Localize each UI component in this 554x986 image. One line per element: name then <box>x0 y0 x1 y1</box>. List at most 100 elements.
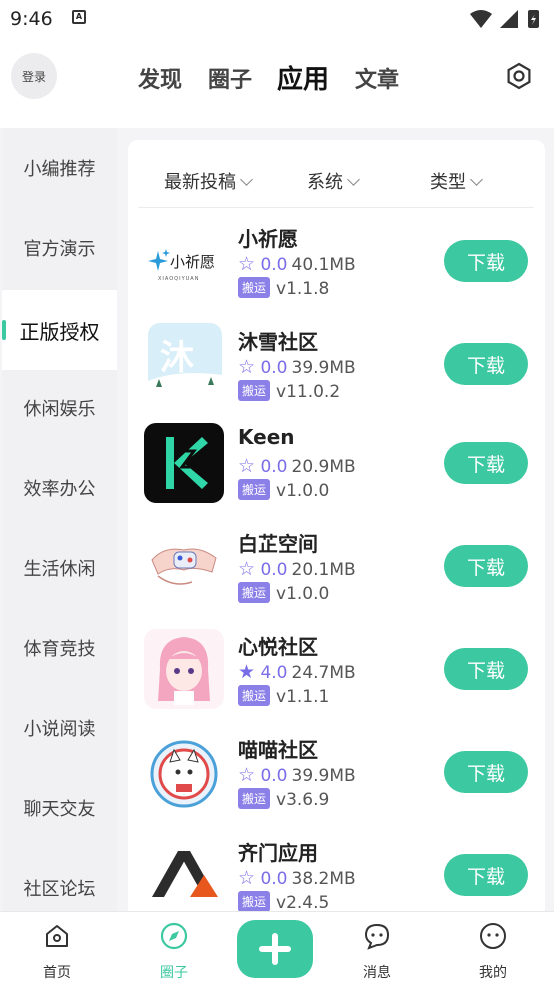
app-list-panel: 最新投稿 系统 类型 小祈愿 XIAOQIYUAN 小祈愿 ☆ 0.0 40.1M… <box>128 140 545 911</box>
app-size: 24.7MB <box>291 663 356 683</box>
list-item[interactable]: 沐 沐雪社区 ☆ 0.0 39.9MB 搬运 v11.0.2 下载 <box>128 316 545 419</box>
keen-logo-icon <box>166 437 208 489</box>
add-post-button[interactable] <box>237 920 313 978</box>
download-button[interactable]: 下载 <box>444 751 528 793</box>
app-size: 39.9MB <box>291 766 356 786</box>
settings-icon[interactable] <box>505 62 533 90</box>
sidebar-item-editor-picks[interactable]: 小编推荐 <box>2 128 117 208</box>
lucky-cat-icon <box>150 740 218 808</box>
app-tag: 搬运 <box>238 891 271 911</box>
tab-circle[interactable]: 圈子 <box>208 62 252 94</box>
download-button[interactable]: 下载 <box>444 648 528 690</box>
app-name: 齐门应用 <box>238 841 318 865</box>
app-version-line: 搬运 v1.1.1 <box>238 685 329 708</box>
app-meta: ☆ 0.0 39.9MB <box>238 764 356 786</box>
sidebar-item-reading[interactable]: 小说阅读 <box>2 688 117 768</box>
list-item[interactable]: 喵喵社区 ☆ 0.0 39.9MB 搬运 v3.6.9 下载 <box>128 724 545 827</box>
sidebar-item-forum[interactable]: 社区论坛 <box>2 848 117 911</box>
notification-icon: A <box>72 10 86 24</box>
status-icons <box>470 10 539 28</box>
sidebar-item-official-demo[interactable]: 官方演示 <box>2 208 117 288</box>
app-name: 白芷空间 <box>238 532 318 556</box>
star-outline-icon: ☆ <box>238 558 256 580</box>
sidebar-item-office[interactable]: 效率办公 <box>2 448 117 528</box>
app-size: 20.9MB <box>291 457 356 477</box>
list-item[interactable]: 小祈愿 XIAOQIYUAN 小祈愿 ☆ 0.0 40.1MB 搬运 v1.1.8 … <box>128 213 545 316</box>
app-size: 20.1MB <box>291 560 356 580</box>
app-version: v1.0.0 <box>276 481 330 501</box>
chevron-down-icon <box>240 173 253 186</box>
sidebar-item-lifestyle[interactable]: 生活休闲 <box>2 528 117 608</box>
app-version-line: 搬运 v2.4.5 <box>238 891 329 911</box>
logo-char: 沐 <box>160 338 194 378</box>
app-version-line: 搬运 v1.1.8 <box>238 277 330 300</box>
app-tag: 搬运 <box>238 479 271 500</box>
app-version-line: 搬运 v1.0.0 <box>238 582 330 605</box>
chevron-down-icon <box>470 173 483 186</box>
anime-girl-avatar-icon <box>158 637 210 705</box>
star-outline-icon: ☆ <box>238 455 256 477</box>
nav-label: 我的 <box>479 965 507 981</box>
signal-icon <box>500 10 518 28</box>
app-name: 心悦社区 <box>238 635 318 659</box>
nav-circle[interactable]: 圈子 <box>134 912 214 986</box>
sidebar-item-chat[interactable]: 聊天交友 <box>2 768 117 848</box>
nav-profile[interactable]: 我的 <box>453 912 533 986</box>
app-version-line: 搬运 v1.0.0 <box>238 479 330 502</box>
plus-icon <box>259 933 291 965</box>
login-button[interactable]: 登录 <box>11 53 57 99</box>
filter-label: 系统 <box>307 172 343 193</box>
app-version: v1.0.0 <box>276 584 330 604</box>
download-button[interactable]: 下载 <box>444 343 528 385</box>
app-version: v1.1.8 <box>276 279 330 299</box>
app-icon <box>144 732 224 812</box>
tab-articles[interactable]: 文章 <box>355 62 399 94</box>
sidebar-item-casual[interactable]: 休闲娱乐 <box>2 368 117 448</box>
chevron-down-icon <box>347 173 360 186</box>
download-button[interactable]: 下载 <box>444 442 528 484</box>
app-meta: ☆ 0.0 38.2MB <box>238 867 356 889</box>
tab-apps[interactable]: 应用 <box>277 59 329 96</box>
tab-discover[interactable]: 发现 <box>138 62 182 94</box>
nav-label: 消息 <box>363 965 391 981</box>
nav-messages[interactable]: 消息 <box>337 912 417 986</box>
download-button[interactable]: 下载 <box>444 854 528 896</box>
smiley-face-icon <box>480 923 506 949</box>
sidebar-item-sports[interactable]: 体育竞技 <box>2 608 117 688</box>
filter-type[interactable]: 类型 <box>430 168 483 194</box>
app-meta: ☆ 0.0 39.9MB <box>238 356 356 378</box>
top-bar: 登录 发现 圈子 应用 文章 <box>0 38 554 128</box>
filter-label: 最新投稿 <box>164 172 236 193</box>
app-rating: 0.0 <box>260 766 288 786</box>
app-rating: 0.0 <box>260 358 288 378</box>
star-outline-icon: ☆ <box>238 764 256 786</box>
download-button[interactable]: 下载 <box>444 545 528 587</box>
status-time: 9:46 <box>10 8 53 30</box>
app-name: 喵喵社区 <box>238 738 318 762</box>
filter-system[interactable]: 系统 <box>307 168 360 194</box>
app-meta: ☆ 0.0 20.1MB <box>238 558 356 580</box>
app-icon <box>144 629 224 709</box>
app-name: Keen <box>238 425 295 449</box>
star-outline-icon: ☆ <box>238 867 256 889</box>
list-item[interactable]: Keen ☆ 0.0 20.9MB 搬运 v1.0.0 下载 <box>128 415 545 518</box>
app-size: 38.2MB <box>291 869 356 889</box>
app-icon: 沐 <box>148 323 222 397</box>
list-item[interactable]: 白芷空间 ☆ 0.0 20.1MB 搬运 v1.0.0 下载 <box>128 518 545 621</box>
snow-logo-icon: 沐 <box>148 338 222 397</box>
app-version-line: 搬运 v11.0.2 <box>238 380 341 403</box>
bottom-nav: 首页 圈子 消息 我的 <box>0 911 554 986</box>
compass-icon <box>160 922 188 950</box>
download-button[interactable]: 下载 <box>444 240 528 282</box>
app-name: 小祈愿 <box>238 227 298 251</box>
filter-label: 类型 <box>430 172 466 193</box>
filter-latest[interactable]: 最新投稿 <box>164 168 253 194</box>
list-item[interactable]: 齐门应用 ☆ 0.0 38.2MB 搬运 v2.4.5 下载 <box>128 827 545 911</box>
sidebar-item-licensed[interactable]: 正版授权 <box>2 290 117 370</box>
nav-home[interactable]: 首页 <box>17 912 97 986</box>
app-rating: 4.0 <box>260 663 288 683</box>
list-item[interactable]: 心悦社区 ★ 4.0 24.7MB 搬运 v1.1.1 下载 <box>128 621 545 724</box>
gamepad-hands-icon <box>151 548 217 585</box>
app-version: v11.0.2 <box>276 382 341 402</box>
nav-label: 首页 <box>43 965 71 981</box>
